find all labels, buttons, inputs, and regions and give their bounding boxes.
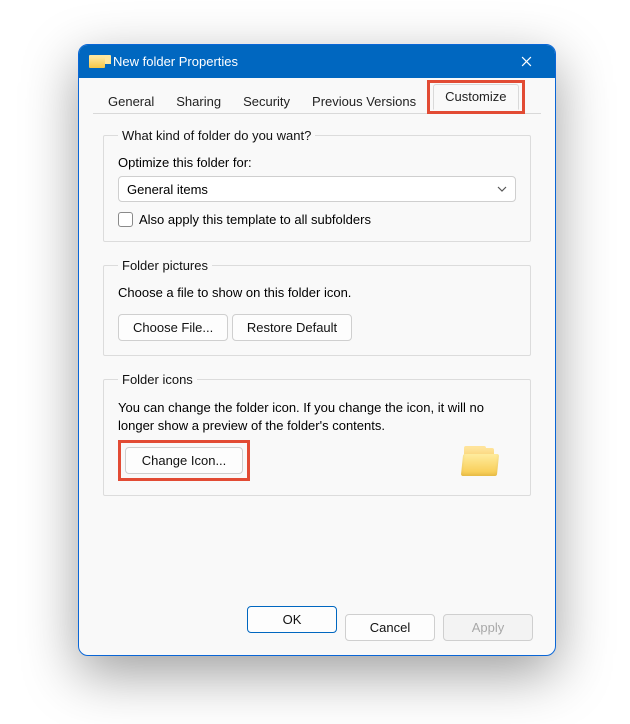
chevron-down-icon [497,183,507,195]
group-folder-kind-legend: What kind of folder do you want? [118,128,315,143]
apply-button[interactable]: Apply [443,614,533,641]
cancel-button[interactable]: Cancel [345,614,435,641]
tabs: General Sharing Security Previous Versio… [93,86,541,114]
dialog-footer: OK Cancel Apply [93,598,541,643]
folder-icon [89,55,105,68]
tab-security[interactable]: Security [232,90,301,114]
change-icon-button[interactable]: Change Icon... [125,447,243,474]
tab-customize-highlight: Customize [427,80,524,114]
titlebar[interactable]: New folder Properties [79,45,555,78]
window-title: New folder Properties [113,54,238,69]
choose-file-button[interactable]: Choose File... [118,314,228,341]
group-folder-pictures-legend: Folder pictures [118,258,212,273]
group-folder-icons: Folder icons You can change the folder i… [103,372,531,496]
optimize-select-value: General items [127,182,208,197]
apply-subfolders-checkbox[interactable] [118,212,133,227]
tab-sharing[interactable]: Sharing [165,90,232,114]
folder-preview-icon [462,446,498,476]
tab-previous-versions[interactable]: Previous Versions [301,90,427,114]
properties-dialog: New folder Properties General Sharing Se… [78,44,556,656]
restore-default-button[interactable]: Restore Default [232,314,352,341]
close-icon [521,56,532,67]
change-icon-highlight: Change Icon... [118,440,250,481]
group-folder-pictures: Folder pictures Choose a file to show on… [103,258,531,356]
optimize-select[interactable]: General items [118,176,516,202]
apply-subfolders-label: Also apply this template to all subfolde… [139,212,371,227]
folder-pictures-desc: Choose a file to show on this folder ico… [118,285,516,300]
tab-general[interactable]: General [97,90,165,114]
optimize-label: Optimize this folder for: [118,155,516,170]
close-button[interactable] [503,45,549,78]
tab-customize[interactable]: Customize [433,84,518,110]
folder-icons-desc: You can change the folder icon. If you c… [118,399,516,434]
ok-button[interactable]: OK [247,606,337,633]
group-folder-icons-legend: Folder icons [118,372,197,387]
group-folder-kind: What kind of folder do you want? Optimiz… [103,128,531,242]
